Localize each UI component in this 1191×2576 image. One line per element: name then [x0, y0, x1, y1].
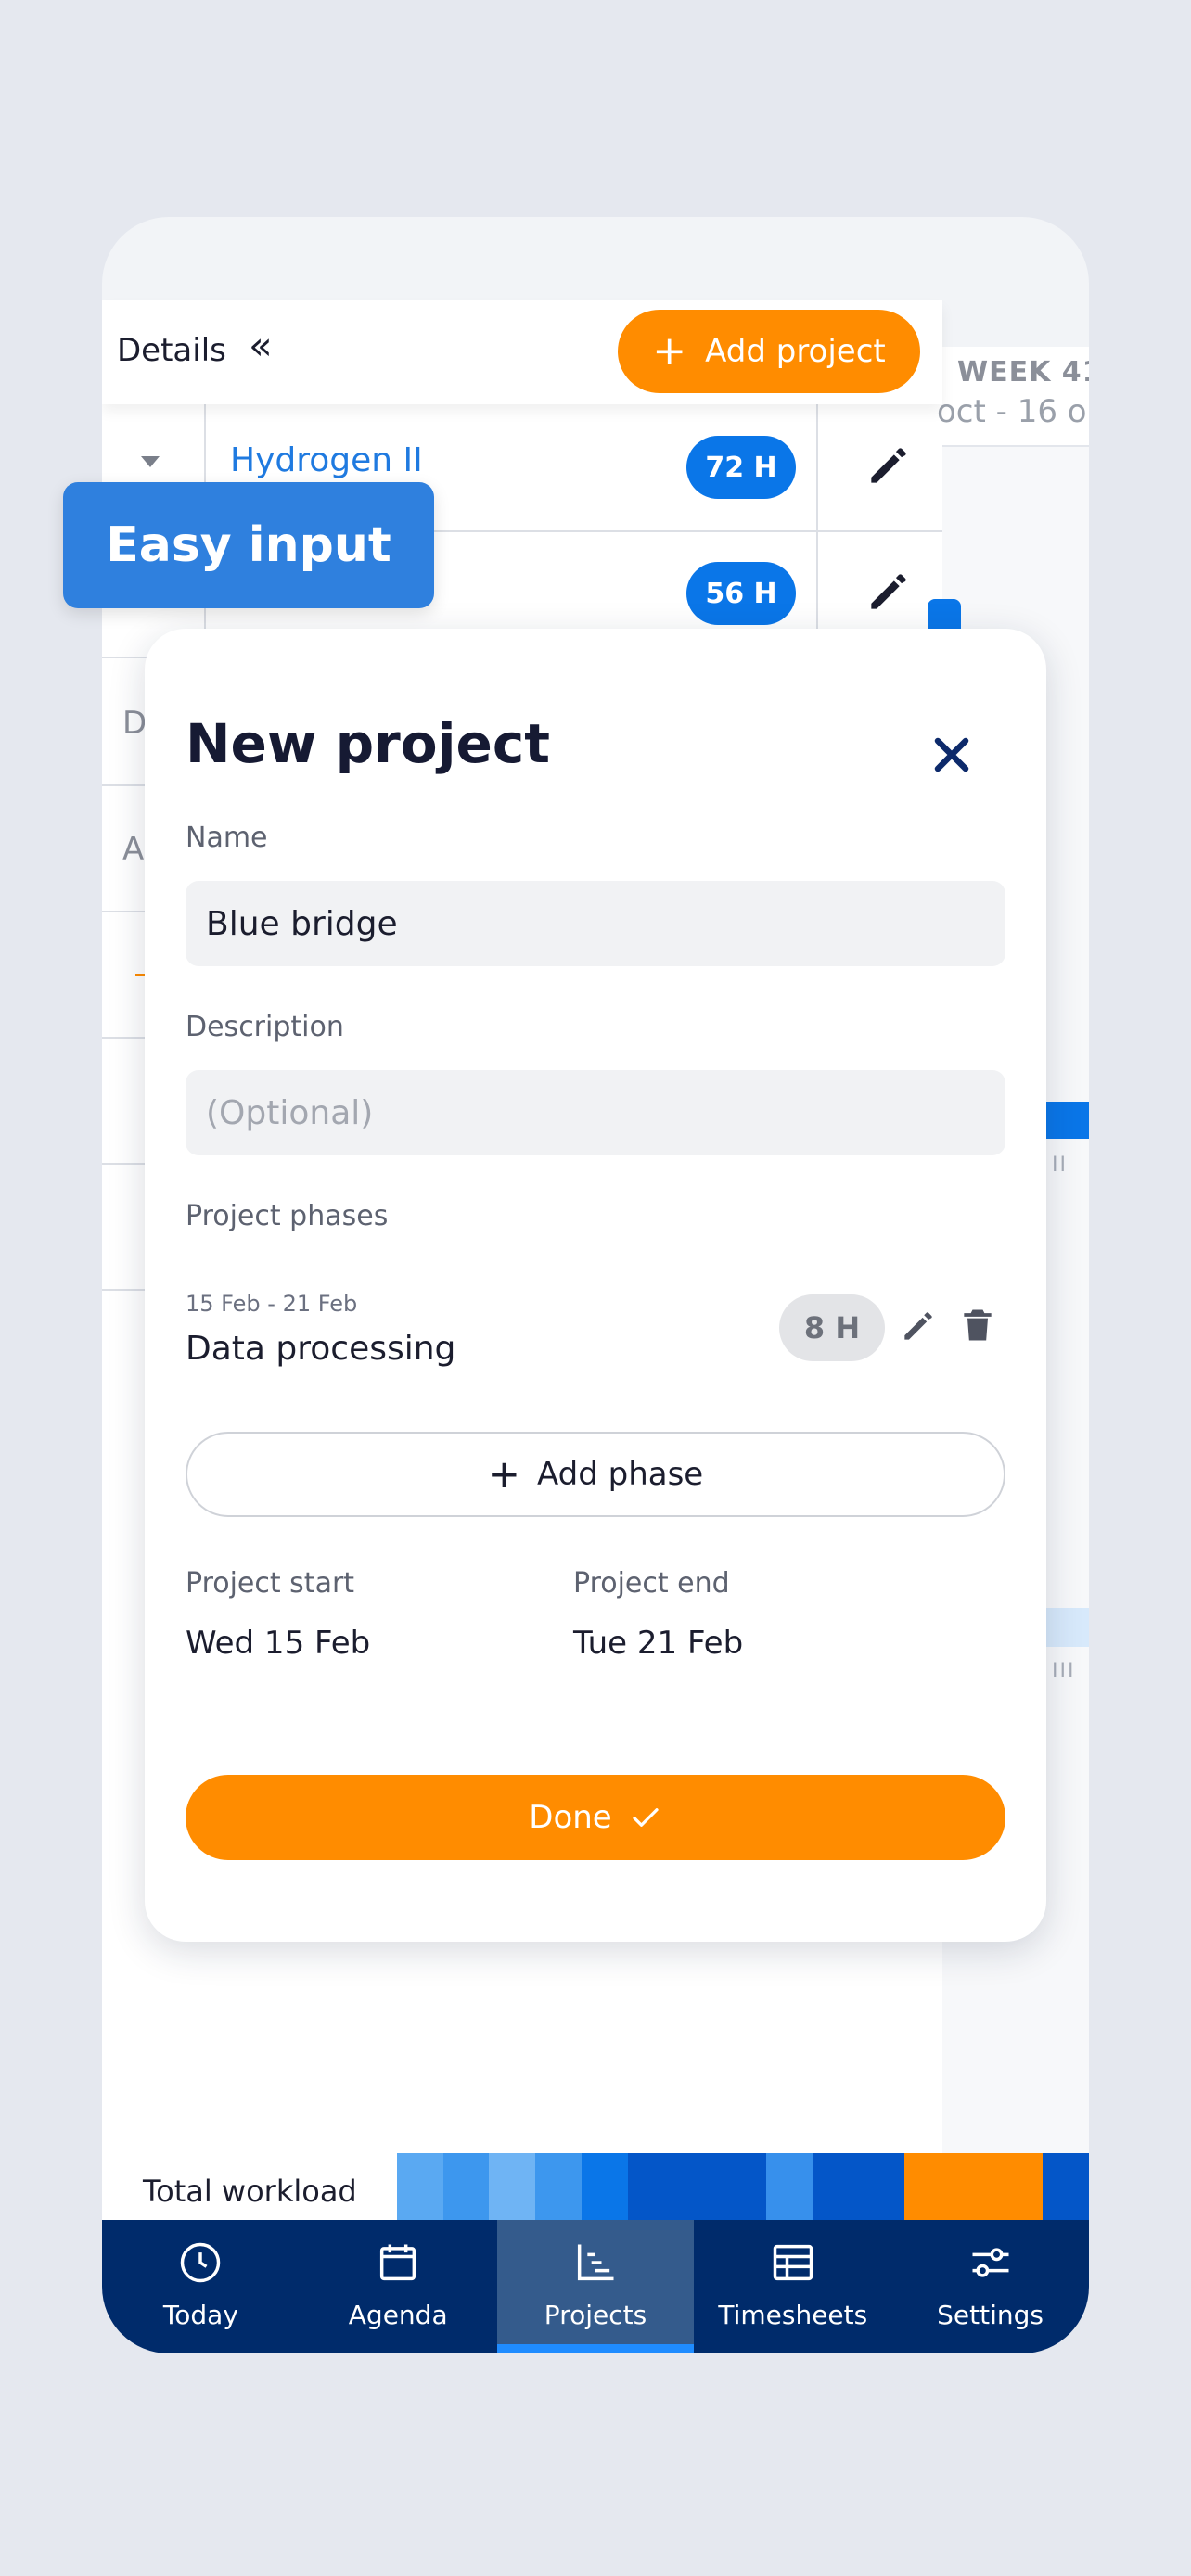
tab-label: Settings: [937, 2300, 1044, 2330]
week-range: oct - 16 o: [937, 393, 1087, 430]
tab-label: Agenda: [348, 2300, 448, 2330]
add-phase-label: Add phase: [536, 1456, 704, 1493]
new-project-modal: New project Name Description Project pha…: [145, 629, 1046, 1942]
timeline-bar: [1046, 1608, 1089, 1647]
workload-bar: [397, 2153, 1089, 2220]
workload-segment: [858, 2153, 905, 2220]
tab-projects[interactable]: Projects: [496, 2220, 695, 2353]
bottom-tab-bar: Today Agenda Projects Timesheets Setting…: [102, 2220, 1089, 2353]
details-toolbar: Details « + Add project: [102, 300, 942, 404]
project-start-label: Project start: [186, 1567, 355, 1600]
workload-segment: [535, 2153, 582, 2220]
timeline-bar: [1046, 1102, 1089, 1139]
name-label: Name: [186, 822, 268, 854]
plus-icon: +: [652, 327, 687, 375]
workload-label: Total workload: [143, 2174, 357, 2209]
workload-segment: [397, 2153, 443, 2220]
description-input[interactable]: [186, 1070, 1005, 1155]
tab-label: Today: [162, 2300, 238, 2330]
clock-icon: [181, 2242, 221, 2283]
check-icon: [633, 1808, 659, 1827]
workload-segment: [904, 2153, 951, 2220]
row-initial: D: [122, 705, 147, 742]
tab-today[interactable]: Today: [102, 2220, 300, 2353]
project-end-value[interactable]: Tue 21 Feb: [573, 1625, 743, 1662]
workload-segment: [442, 2153, 490, 2220]
workload-segment: [673, 2153, 721, 2220]
plus-icon: +: [487, 1451, 520, 1497]
tab-label: Timesheets: [718, 2300, 868, 2330]
workload-segment: [581, 2153, 628, 2220]
collapse-left-icon[interactable]: «: [249, 326, 273, 365]
workload-segment: [812, 2153, 859, 2220]
hours-badge: 56 H: [686, 562, 796, 625]
hours-badge: 72 H: [686, 436, 796, 499]
gantt-icon: [577, 2244, 614, 2281]
tab-label: Projects: [544, 2300, 647, 2330]
done-label: Done: [529, 1799, 612, 1836]
name-input[interactable]: [186, 881, 1005, 966]
project-end-label: Project end: [573, 1567, 730, 1600]
done-button[interactable]: Done: [186, 1775, 1005, 1860]
add-phase-button[interactable]: + Add phase: [186, 1432, 1005, 1517]
workload-segment: [950, 2153, 997, 2220]
tab-timesheets[interactable]: Timesheets: [694, 2220, 891, 2353]
add-project-label: Add project: [705, 333, 886, 370]
pencil-icon[interactable]: [863, 440, 915, 491]
timeline-ticks: III: [1052, 1660, 1076, 1683]
easy-input-badge: Easy input: [63, 482, 434, 608]
timeline-ticks: II: [1052, 1154, 1068, 1177]
total-workload: Total workload: [102, 2153, 1089, 2220]
project-start-value[interactable]: Wed 15 Feb: [186, 1625, 370, 1662]
workload-segment: [765, 2153, 813, 2220]
pencil-icon[interactable]: [863, 566, 915, 618]
week-label: WEEK 41: [957, 356, 1089, 389]
description-label: Description: [186, 1011, 344, 1043]
details-label[interactable]: Details: [117, 332, 226, 369]
trash-icon[interactable]: [957, 1302, 998, 1348]
sliders-icon: [972, 2248, 1009, 2277]
expand-chevron-icon[interactable]: [141, 456, 160, 467]
modal-title: New project: [186, 712, 550, 775]
row-initial: A: [122, 831, 145, 868]
workload-segment: [1043, 2153, 1089, 2220]
phase-name: Data processing: [186, 1330, 456, 1368]
table-icon: [773, 2244, 813, 2281]
pencil-icon[interactable]: [898, 1306, 939, 1346]
tab-agenda[interactable]: Agenda: [300, 2220, 497, 2353]
tab-settings[interactable]: Settings: [891, 2220, 1089, 2353]
add-project-button[interactable]: + Add project: [618, 310, 920, 393]
close-icon[interactable]: [924, 727, 980, 783]
workload-segment: [627, 2153, 674, 2220]
phase-hours-badge: 8 H: [779, 1294, 885, 1361]
calendar-icon: [380, 2244, 416, 2281]
project-name[interactable]: Hydrogen II: [230, 441, 423, 479]
workload-segment: [489, 2153, 536, 2220]
workload-segment: [996, 2153, 1044, 2220]
row-divider: [816, 404, 818, 530]
project-phases-label: Project phases: [186, 1200, 389, 1232]
workload-segment: [720, 2153, 766, 2220]
phase-dates: 15 Feb - 21 Feb: [186, 1291, 358, 1317]
